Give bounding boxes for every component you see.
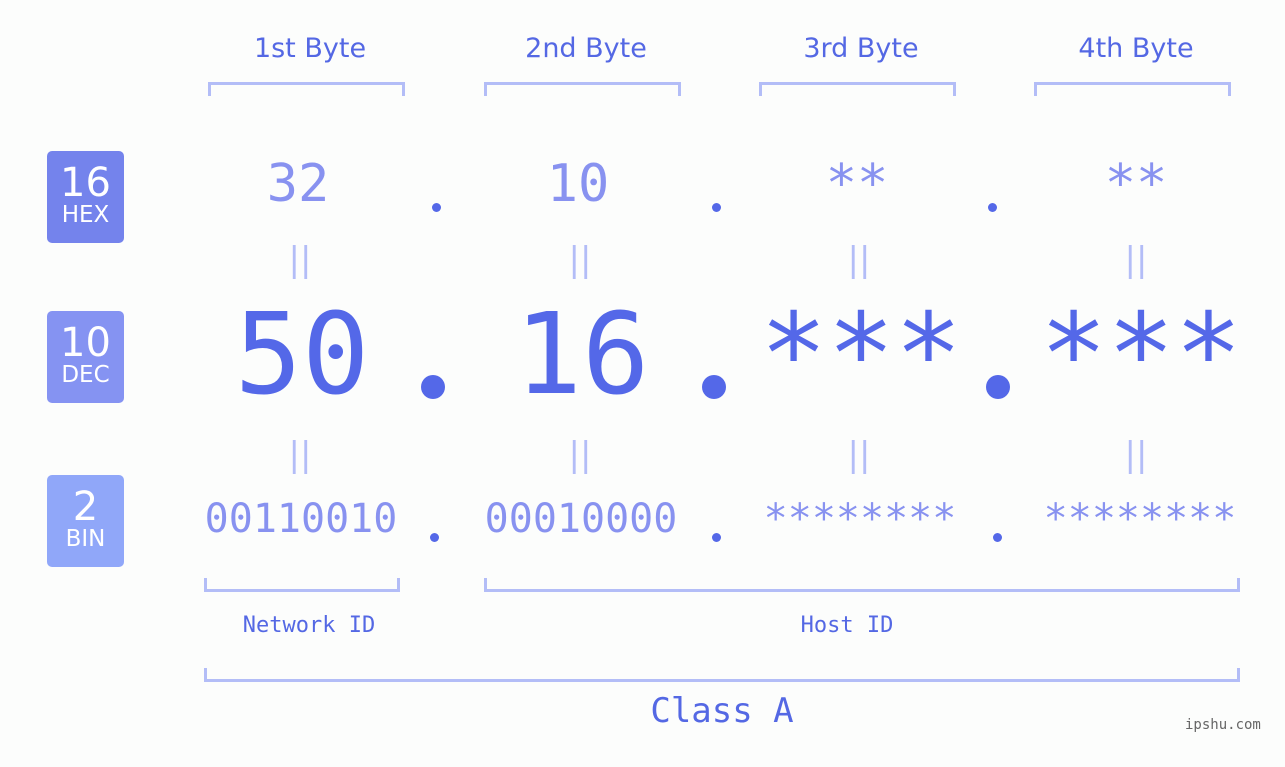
dec-badge-number: 10 — [60, 320, 111, 366]
network-id-bracket — [204, 578, 400, 592]
byte-bracket-3 — [759, 82, 956, 96]
network-id-label: Network ID — [242, 613, 376, 638]
equals-icon: || — [847, 240, 871, 280]
byte-bracket-2 — [484, 82, 681, 96]
equals-icon: || — [568, 435, 592, 475]
byte-header-2: 2nd Byte — [525, 33, 647, 64]
dec-value-2: 16 — [514, 290, 650, 420]
bin-separator-dot — [993, 533, 1002, 542]
bin-value-4: ******** — [1043, 496, 1237, 542]
equals-icon: || — [1124, 240, 1148, 280]
hex-value-1: 32 — [266, 154, 330, 214]
dec-separator-dot — [421, 375, 445, 399]
equals-icon: || — [568, 240, 592, 280]
byte-header-4: 4th Byte — [1078, 33, 1194, 64]
bin-separator-dot — [430, 533, 439, 542]
equals-icon: || — [288, 435, 312, 475]
footer-watermark: ipshu.com — [1185, 717, 1261, 733]
bin-badge-label: BIN — [65, 526, 106, 552]
hex-badge: 16 HEX — [47, 151, 124, 243]
dec-badge-label: DEC — [61, 362, 110, 388]
equals-icon: || — [847, 435, 871, 475]
byte-header-1: 1st Byte — [253, 33, 367, 64]
dec-value-1: 50 — [234, 290, 370, 420]
dec-separator-dot — [986, 375, 1010, 399]
bin-value-2: 00010000 — [484, 496, 678, 542]
byte-bracket-4 — [1034, 82, 1231, 96]
bin-badge-number: 2 — [72, 484, 99, 530]
hex-separator-dot — [432, 203, 441, 212]
hex-value-2: 10 — [546, 154, 610, 214]
bin-separator-dot — [712, 533, 721, 542]
hex-value-4: ** — [1104, 154, 1168, 214]
class-bracket — [204, 668, 1240, 682]
byte-bracket-1 — [208, 82, 405, 96]
equals-icon: || — [288, 240, 312, 280]
dec-badge: 10 DEC — [47, 311, 124, 403]
dec-separator-dot — [702, 375, 726, 399]
hex-badge-number: 16 — [60, 160, 111, 206]
dec-value-4: *** — [1039, 290, 1243, 420]
class-label: Class A — [650, 691, 794, 731]
hex-badge-label: HEX — [61, 202, 110, 228]
bin-value-1: 00110010 — [204, 496, 398, 542]
host-id-label: Host ID — [800, 613, 894, 638]
host-id-bracket — [484, 578, 1240, 592]
hex-separator-dot — [988, 203, 997, 212]
dec-value-3: *** — [759, 290, 963, 420]
bin-value-3: ******** — [763, 496, 957, 542]
hex-value-3: ** — [825, 154, 889, 214]
hex-separator-dot — [712, 203, 721, 212]
equals-icon: || — [1124, 435, 1148, 475]
bin-badge: 2 BIN — [47, 475, 124, 567]
byte-header-3: 3rd Byte — [803, 33, 919, 64]
